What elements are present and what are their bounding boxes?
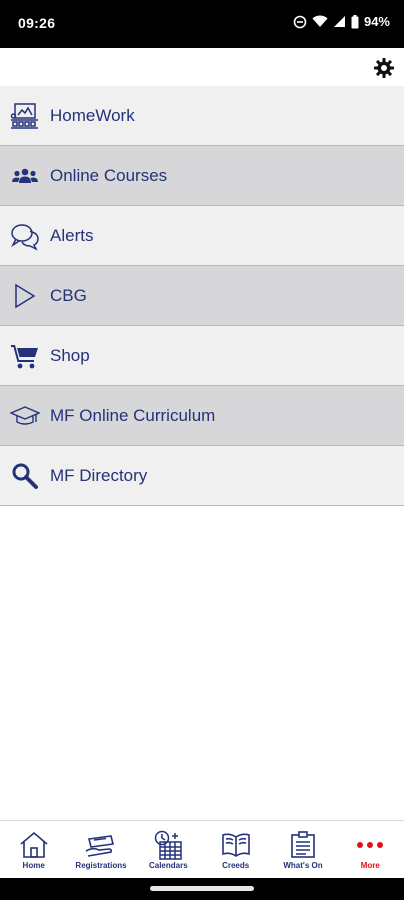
menu-item-label: MF Directory [50, 465, 148, 485]
menu-item-shop[interactable]: Shop [0, 326, 404, 386]
search-icon [10, 461, 40, 491]
play-icon [10, 281, 40, 311]
menu-list: HomeWork Online Courses Alerts CBG Shop … [0, 86, 404, 506]
cart-icon [10, 341, 40, 371]
graduation-cap-icon [10, 401, 40, 431]
registration-icon [85, 831, 117, 859]
menu-item-online-courses[interactable]: Online Courses [0, 146, 404, 206]
nav-home[interactable]: Home [0, 821, 67, 879]
status-icons: 94% [293, 14, 390, 29]
battery-icon [351, 14, 359, 28]
nav-whats-on[interactable]: What's On [269, 821, 336, 879]
nav-calendars[interactable]: Calendars [135, 821, 202, 879]
menu-item-cbg[interactable]: CBG [0, 266, 404, 326]
menu-item-label: MF Online Curriculum [50, 405, 216, 425]
menu-item-label: Online Courses [50, 165, 168, 185]
chat-bubbles-icon [10, 221, 40, 251]
gear-icon [374, 58, 394, 78]
nav-label: Creeds [222, 861, 250, 870]
people-icon [10, 161, 40, 191]
nav-more[interactable]: More [337, 821, 404, 879]
menu-item-label: HomeWork [50, 105, 135, 125]
menu-item-label: Shop [50, 345, 90, 365]
battery-level: 94% [363, 14, 390, 29]
menu-item-mf-directory[interactable]: MF Directory [0, 446, 404, 506]
more-dots-icon [354, 831, 386, 859]
status-bar: 09:26 94% [0, 0, 404, 48]
calendar-icon [152, 830, 184, 860]
nav-label: More [360, 861, 380, 870]
home-icon [18, 831, 50, 859]
nav-creeds[interactable]: Creeds [202, 821, 269, 879]
do-not-disturb-icon [293, 15, 307, 28]
menu-item-alerts[interactable]: Alerts [0, 206, 404, 266]
noticeboard-icon [287, 831, 319, 859]
nav-label: What's On [283, 861, 323, 870]
menu-item-label: Alerts [50, 225, 94, 245]
nav-label: Registrations [75, 861, 127, 870]
status-time: 09:26 [18, 15, 56, 31]
book-icon [220, 831, 252, 859]
top-bar [0, 48, 404, 86]
settings-button[interactable] [372, 56, 396, 80]
menu-item-mf-online-curriculum[interactable]: MF Online Curriculum [0, 386, 404, 446]
homework-icon [10, 101, 40, 131]
signal-icon [333, 16, 345, 27]
home-gesture-handle[interactable] [150, 886, 254, 891]
wifi-icon [312, 15, 328, 27]
nav-label: Calendars [148, 861, 188, 870]
nav-label: Home [22, 861, 45, 870]
bottom-nav: Home Registrations Calendars Creeds What… [0, 820, 404, 879]
menu-item-homework[interactable]: HomeWork [0, 86, 404, 146]
nav-registrations[interactable]: Registrations [67, 821, 134, 879]
menu-item-label: CBG [50, 285, 87, 305]
system-gesture-bar [0, 878, 404, 900]
